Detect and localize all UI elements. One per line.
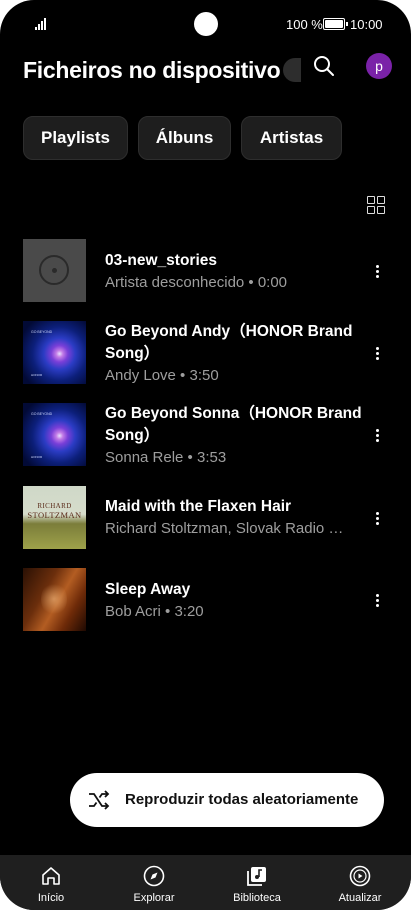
nav-label: Biblioteca: [233, 892, 281, 904]
signal-icon: [35, 18, 49, 30]
grid-view-toggle[interactable]: [367, 196, 385, 214]
more-options-button[interactable]: [370, 507, 386, 529]
track-title: 03-new_stories: [105, 252, 217, 269]
track-subtitle: Artista desconhecido • 0:00: [105, 274, 288, 291]
nav-home[interactable]: Início: [11, 855, 91, 910]
nav-label: Explorar: [133, 892, 175, 904]
track-row[interactable]: GO BEYOND HONOR Go Beyond Sonna（HONOR Br…: [0, 403, 411, 467]
avatar[interactable]: p: [366, 53, 392, 79]
track-row[interactable]: GO BEYOND HONOR Go Beyond Andy（HONOR Bra…: [0, 321, 411, 385]
track-title: Go Beyond Sonna（HONOR Brand: [105, 405, 362, 422]
album-art-placeholder: [23, 239, 86, 302]
nav-label: Atualizar: [338, 892, 382, 904]
track-row[interactable]: RICHARD STOLTZMAN Maid with the Flaxen H…: [0, 486, 411, 550]
title-overflow-chip: [283, 58, 301, 82]
nav-upgrade[interactable]: Atualizar: [320, 855, 400, 910]
more-options-button[interactable]: [370, 342, 386, 364]
album-art: GO BEYOND HONOR: [23, 321, 86, 384]
album-art: [23, 568, 86, 631]
header: Ficheiros no dispositivo p: [0, 48, 411, 92]
chip-artists[interactable]: Artistas: [241, 116, 342, 160]
track-subtitle: Richard Stoltzman, Slovak Radio …: [105, 520, 344, 537]
track-subtitle: Andy Love • 3:50: [105, 367, 219, 384]
album-art-text: GO BEYOND: [31, 412, 53, 416]
search-icon: [314, 56, 334, 76]
library-icon: [247, 867, 266, 886]
track-title: Maid with the Flaxen Hair: [105, 498, 292, 515]
search-button[interactable]: [311, 53, 337, 79]
track-subtitle: Sonna Rele • 3:53: [105, 449, 227, 466]
track-title: Sleep Away: [105, 581, 191, 598]
more-options-button[interactable]: [370, 260, 386, 282]
upgrade-play-icon: [349, 865, 371, 887]
track-title-line2: Song）: [105, 345, 160, 362]
shuffle-all-label: Reproduzir todas aleatoriamente: [125, 791, 359, 808]
track-title-line2: Song）: [105, 427, 160, 444]
album-art-text: HONOR: [31, 455, 43, 459]
album-art-text: HONOR: [31, 373, 43, 377]
chip-albums[interactable]: Álbuns: [138, 116, 231, 160]
track-title: Go Beyond Andy（HONOR Brand: [105, 323, 353, 340]
compass-icon: [143, 865, 165, 887]
front-camera: [194, 12, 218, 36]
album-art-text: STOLTZMAN: [27, 510, 82, 520]
shuffle-icon: [89, 790, 110, 810]
album-art-text: RICHARD: [37, 502, 72, 510]
chip-playlists[interactable]: Playlists: [23, 116, 128, 160]
page-title: Ficheiros no dispositivo: [23, 57, 281, 83]
bottom-navigation: Início Explorar Biblioteca Atualizar: [0, 855, 411, 910]
battery-percent: 100 %: [286, 17, 323, 32]
track-subtitle: Bob Acri • 3:20: [105, 603, 204, 620]
album-art: RICHARD STOLTZMAN: [23, 486, 86, 549]
battery-icon: [323, 18, 348, 30]
album-art-text: GO BEYOND: [31, 330, 53, 334]
nav-explore[interactable]: Explorar: [114, 855, 194, 910]
track-row[interactable]: Sleep Away Bob Acri • 3:20: [0, 568, 411, 632]
album-art: GO BEYOND HONOR: [23, 403, 86, 466]
phone-screen: 100 % 10:00 Ficheiros no dispositivo p P…: [0, 0, 411, 910]
more-options-button[interactable]: [370, 589, 386, 611]
track-row[interactable]: 03-new_stories Artista desconhecido • 0:…: [0, 239, 411, 303]
home-icon: [42, 867, 60, 885]
status-bar: 100 % 10:00: [0, 0, 411, 48]
shuffle-all-button[interactable]: Reproduzir todas aleatoriamente: [70, 773, 384, 827]
status-time: 10:00: [350, 17, 383, 32]
nav-label: Início: [37, 892, 65, 904]
more-options-button[interactable]: [370, 424, 386, 446]
nav-library[interactable]: Biblioteca: [217, 855, 297, 910]
